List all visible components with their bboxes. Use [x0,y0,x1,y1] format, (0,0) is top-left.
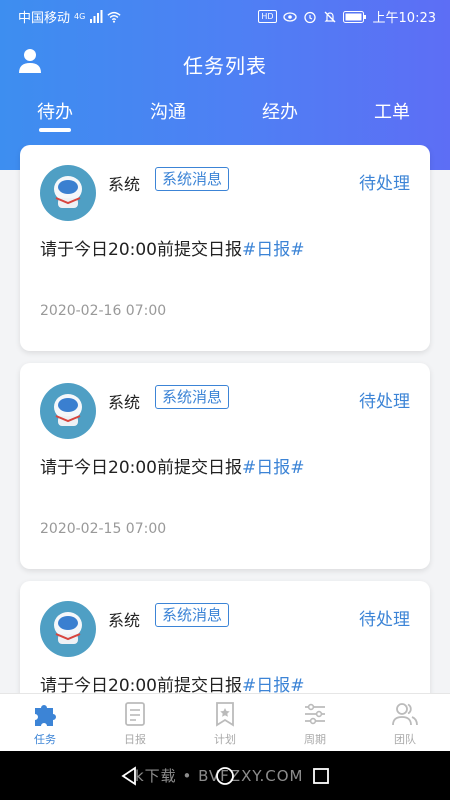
signal-icon [90,9,103,23]
battery-icon [342,10,366,23]
tab-bar: 待办 沟通 经办 工单 [0,98,450,138]
timestamp: 2020-02-15 07:00 [40,521,167,537]
wifi-icon [107,11,121,23]
task-card[interactable]: 系统 系统消息 待处理 请于今日20:00前提交日报#日报# [20,581,430,693]
hd-badge: HD [258,10,277,23]
status-bar: 中国移动 4G HD 上午10:23 [0,0,450,30]
watermark: k下载 • BVFZXY.COM [135,767,304,785]
task-card[interactable]: 系统 系统消息 待处理 请于今日20:00前提交日报#日报# 2020-02-1… [20,145,430,351]
sliders-icon [305,703,325,725]
recents-icon[interactable] [310,765,332,787]
team-icon [392,703,418,726]
sender-name: 系统 [108,611,141,630]
tab-handled[interactable]: 经办 [262,98,298,124]
tab-communication[interactable]: 沟通 [150,98,186,124]
alarm-icon [303,11,316,23]
message-text: 请于今日20:00前提交日报#日报# [40,458,305,478]
task-card[interactable]: 系统 系统消息 待处理 请于今日20:00前提交日报#日报# 2020-02-1… [20,363,430,569]
sender-name: 系统 [108,393,141,412]
network-label: 4G [74,12,86,21]
message-type-badge: 系统消息 [155,603,230,627]
clock: 上午10:23 [372,11,436,26]
nav-team[interactable]: 团队 [375,700,435,747]
timestamp: 2020-02-16 07:00 [40,303,167,319]
nav-cycle[interactable]: 周期 [285,700,345,747]
bookmark-star-icon [216,702,234,727]
robot-avatar [40,601,96,657]
robot-avatar [40,165,96,221]
message-text: 请于今日20:00前提交日报#日报# [40,240,305,260]
message-type-badge: 系统消息 [155,385,230,409]
system-nav-bar: k下载 • BVFZXY.COM [0,751,450,800]
bottom-nav: 任务 日报 计划 周期 团队 [0,693,450,751]
sender-name: 系统 [108,175,141,194]
nav-daily-report[interactable]: 日报 [105,700,165,747]
message-type-badge: 系统消息 [155,167,230,191]
tag-link[interactable]: #日报# [242,240,305,260]
tab-todo[interactable]: 待办 [37,98,73,132]
tag-link[interactable]: #日报# [242,458,305,478]
tab-work-order[interactable]: 工单 [374,98,410,124]
carrier-label: 中国移动 [18,11,71,26]
status-label[interactable]: 待处理 [359,169,410,194]
page-title: 任务列表 [183,54,267,78]
nav-tasks[interactable]: 任务 [15,700,75,747]
eye-icon [282,11,297,22]
status-label[interactable]: 待处理 [359,605,410,630]
nav-plan[interactable]: 计划 [195,700,255,747]
status-label[interactable]: 待处理 [359,387,410,412]
tag-link[interactable]: #日报# [242,676,305,693]
message-text: 请于今日20:00前提交日报#日报# [40,671,305,693]
mute-icon [324,11,335,22]
robot-avatar [40,383,96,439]
puzzle-icon [35,705,56,726]
task-list: 系统 系统消息 待处理 请于今日20:00前提交日报#日报# 2020-02-1… [0,145,450,693]
document-icon [125,702,145,726]
